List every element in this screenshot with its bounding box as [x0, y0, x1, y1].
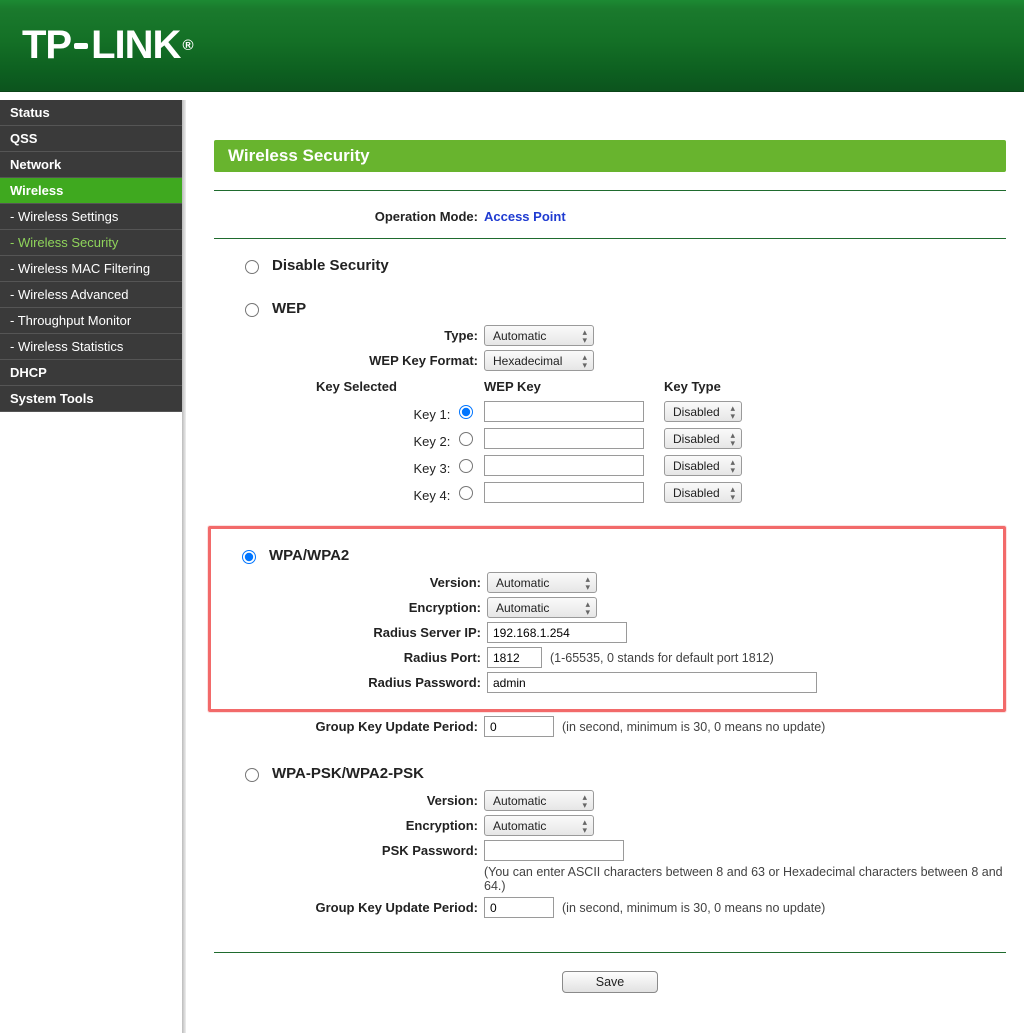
sidebar: Status QSS Network Wireless - Wireless S…	[0, 100, 182, 1033]
wep-type-label: Type:	[214, 328, 484, 343]
wpa-highlight-box: WPA/WPA2 Version: Automatic▴▾ Encryption…	[208, 526, 1006, 712]
disable-security-title: Disable Security	[272, 257, 389, 274]
psk-gkup-input[interactable]	[484, 897, 554, 918]
operation-mode-value: Access Point	[484, 209, 566, 224]
wep-head-key-selected: Key Selected	[316, 379, 484, 394]
psk-password-label: PSK Password:	[214, 843, 484, 858]
disable-security-radio[interactable]	[245, 260, 259, 274]
radius-ip-input[interactable]	[487, 622, 627, 643]
wpa-gkup-input[interactable]	[484, 716, 554, 737]
wep-key3-input[interactable]	[484, 455, 644, 476]
radius-ip-label: Radius Server IP:	[217, 625, 487, 640]
wep-radio[interactable]	[245, 303, 259, 317]
content: Wireless Security Operation Mode: Access…	[182, 100, 1024, 1033]
wep-format-select[interactable]: Hexadecimal▴▾	[484, 350, 594, 371]
psk-gkup-label: Group Key Update Period:	[214, 900, 484, 915]
radius-port-label: Radius Port:	[217, 650, 487, 665]
psk-title: WPA-PSK/WPA2-PSK	[272, 765, 424, 782]
sidebar-item-system-tools[interactable]: System Tools	[0, 386, 182, 412]
operation-mode-label: Operation Mode:	[214, 209, 484, 224]
psk-gkup-hint: (in second, minimum is 30, 0 means no up…	[562, 901, 825, 915]
radius-password-input[interactable]	[487, 672, 817, 693]
wep-key1-input[interactable]	[484, 401, 644, 422]
psk-version-label: Version:	[214, 793, 484, 808]
wpa-encryption-select[interactable]: Automatic▴▾	[487, 597, 597, 618]
save-button[interactable]: Save	[562, 971, 658, 993]
wep-key2-input[interactable]	[484, 428, 644, 449]
radius-password-label: Radius Password:	[217, 675, 487, 690]
wep-key4-type-select[interactable]: Disabled▴▾	[664, 482, 742, 503]
wep-head-key-type: Key Type	[664, 379, 754, 394]
wpa-version-select[interactable]: Automatic▴▾	[487, 572, 597, 593]
wpa-encryption-label: Encryption:	[217, 600, 487, 615]
wep-key1-radio[interactable]	[459, 405, 473, 419]
sidebar-item-network[interactable]: Network	[0, 152, 182, 178]
wep-format-label: WEP Key Format:	[214, 353, 484, 368]
psk-version-select[interactable]: Automatic▴▾	[484, 790, 594, 811]
sidebar-item-status[interactable]: Status	[0, 100, 182, 126]
psk-encryption-select[interactable]: Automatic▴▾	[484, 815, 594, 836]
wpa-version-label: Version:	[217, 575, 487, 590]
sidebar-item-dhcp[interactable]: DHCP	[0, 360, 182, 386]
sidebar-item-wireless-security[interactable]: - Wireless Security	[0, 230, 182, 256]
psk-password-hint: (You can enter ASCII characters between …	[484, 865, 1006, 893]
wep-title: WEP	[272, 300, 306, 317]
wep-head-wep-key: WEP Key	[484, 379, 664, 394]
sidebar-item-throughput-monitor[interactable]: - Throughput Monitor	[0, 308, 182, 334]
wep-key2-radio[interactable]	[459, 432, 473, 446]
sidebar-item-wireless-statistics[interactable]: - Wireless Statistics	[0, 334, 182, 360]
brand-logo: TPLINK®	[22, 23, 193, 68]
sidebar-item-wireless-settings[interactable]: - Wireless Settings	[0, 204, 182, 230]
wpa-radio[interactable]	[242, 550, 256, 564]
wep-key4-input[interactable]	[484, 482, 644, 503]
wep-key3-radio[interactable]	[459, 459, 473, 473]
radius-port-input[interactable]	[487, 647, 542, 668]
psk-encryption-label: Encryption:	[214, 818, 484, 833]
sidebar-item-qss[interactable]: QSS	[0, 126, 182, 152]
wep-key1-type-select[interactable]: Disabled▴▾	[664, 401, 742, 422]
wpa-gkup-hint: (in second, minimum is 30, 0 means no up…	[562, 720, 825, 734]
sidebar-item-wireless[interactable]: Wireless	[0, 178, 182, 204]
wpa-gkup-label: Group Key Update Period:	[214, 719, 484, 734]
radius-port-hint: (1-65535, 0 stands for default port 1812…	[550, 651, 774, 665]
app-header: TPLINK®	[0, 0, 1024, 92]
wpa-title: WPA/WPA2	[269, 547, 349, 564]
sidebar-item-wireless-advanced[interactable]: - Wireless Advanced	[0, 282, 182, 308]
sidebar-item-wireless-mac-filtering[interactable]: - Wireless MAC Filtering	[0, 256, 182, 282]
psk-radio[interactable]	[245, 768, 259, 782]
page-title: Wireless Security	[214, 140, 1006, 172]
psk-password-input[interactable]	[484, 840, 624, 861]
wep-key4-radio[interactable]	[459, 486, 473, 500]
wep-key3-type-select[interactable]: Disabled▴▾	[664, 455, 742, 476]
wep-key2-type-select[interactable]: Disabled▴▾	[664, 428, 742, 449]
wep-type-select[interactable]: Automatic▴▾	[484, 325, 594, 346]
